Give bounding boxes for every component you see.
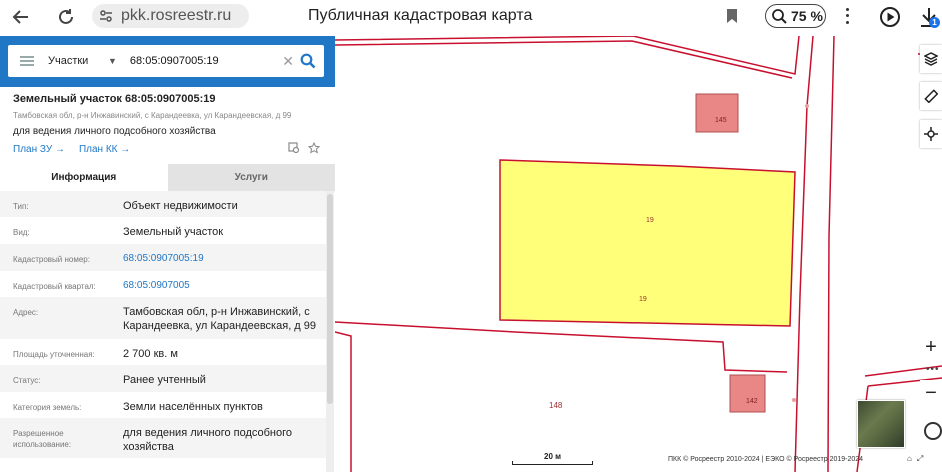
info-value: Тамбовская обл, р-н Инжавинский, с Каран…: [123, 306, 317, 332]
zoom-out-button[interactable]: −: [920, 380, 942, 406]
building-145-label: 145: [715, 117, 727, 124]
info-row: Тип: Объект недвижимости: [0, 191, 326, 217]
object-title: Земельный участок 68:05:0907005:19: [13, 93, 216, 105]
info-panel: Участки ▼ 68:05:0907005:19 ✕ ❮ Земельный…: [0, 36, 347, 472]
category-select[interactable]: Участки: [48, 55, 98, 67]
zoom-in-button[interactable]: +: [920, 334, 942, 360]
info-value: Земельный участок: [123, 226, 224, 238]
info-row: Вид: Земельный участок: [0, 217, 326, 244]
parcel-boundary: [794, 36, 814, 472]
locate-button[interactable]: [920, 120, 942, 148]
map-point: [805, 104, 809, 108]
info-label: Кадастровый номер:: [13, 255, 90, 264]
parcel-boundary: [335, 321, 788, 373]
zoom-separator-icon: •••: [926, 364, 940, 375]
info-value: 2 700 кв. м: [123, 348, 178, 360]
search-bar: Участки ▼ 68:05:0907005:19 ✕ ❮: [0, 36, 346, 87]
footer-icons: ⌂ ⤢: [907, 454, 923, 464]
satellite-basemap-thumbnail[interactable]: [857, 400, 905, 448]
address-bar[interactable]: pkk.rosreestr.ru: [92, 4, 249, 28]
info-row: Кадастровый квартал: 68:05:0907005: [0, 271, 326, 297]
selected-parcel: [499, 159, 796, 327]
info-label: Тип:: [13, 202, 29, 211]
info-value: для ведения личного подсобного хозяйства: [123, 427, 293, 453]
info-row: Площадь уточненная: 2 700 кв. м: [0, 339, 326, 365]
cadastral-number-link[interactable]: 68:05:0907005:19: [123, 244, 326, 271]
info-table: Тип: Объект недвижимости Вид: Земельный …: [0, 191, 326, 458]
info-label: Категория земель:: [13, 403, 82, 412]
scale-bar: [512, 461, 593, 465]
cadastral-map[interactable]: 19 19 145 142 148: [335, 36, 942, 472]
back-arrow-icon[interactable]: [8, 4, 34, 30]
fullscreen-icon[interactable]: ⤢: [917, 454, 923, 464]
layers-button[interactable]: [920, 45, 942, 73]
browser-menu-icon[interactable]: [840, 6, 854, 26]
building-142: [729, 374, 766, 413]
cadastral-quarter-link[interactable]: 68:05:0907005: [123, 271, 326, 297]
info-row: Адрес: Тамбовская обл, р-н Инжавинский, …: [0, 297, 326, 339]
tab-bar: Информация Услуги: [0, 164, 335, 191]
info-row: Статус: Ранее учтенный: [0, 365, 326, 392]
building-145: [695, 93, 739, 133]
map-attribution: ПКК © Росреестр 2010-2024 | ЕЭКО © Росре…: [668, 456, 864, 463]
download-badge: 1: [929, 17, 940, 28]
parcel-148-label: 148: [549, 401, 563, 410]
hamburger-menu-icon[interactable]: [20, 56, 34, 66]
info-row: Категория земель: Земли населённых пункт…: [0, 392, 326, 418]
clear-icon[interactable]: ✕: [282, 53, 294, 70]
tab-information[interactable]: Информация: [0, 164, 168, 191]
info-label: Вид:: [13, 228, 30, 237]
page-title: Публичная кадастровая карта: [308, 7, 533, 24]
parcel-boundary: [827, 36, 835, 472]
bookmark-icon[interactable]: [726, 8, 738, 24]
play-icon[interactable]: [879, 6, 901, 28]
map-point: [792, 398, 796, 402]
parcel-label-top: 19: [646, 217, 654, 224]
browser-toolbar: pkk.rosreestr.ru Публичная кадастровая к…: [0, 0, 942, 34]
info-value: Ранее учтенный: [123, 374, 206, 386]
parcel-boundary: [335, 331, 352, 472]
info-value: Земли населённых пунктов: [123, 401, 263, 413]
search-icon[interactable]: [300, 53, 316, 69]
compass-icon[interactable]: [924, 422, 942, 440]
plan-kk-link[interactable]: План КК →: [79, 144, 130, 155]
info-value: Объект недвижимости: [123, 200, 238, 212]
crosshair-icon: [924, 127, 938, 141]
zoom-to-object-icon[interactable]: [288, 142, 300, 154]
search-box: Участки ▼ 68:05:0907005:19 ✕: [8, 45, 324, 77]
plan-links: План ЗУ → План КК →: [13, 144, 130, 155]
info-label: Разрешенное использование:: [13, 429, 72, 449]
zoom-indicator[interactable]: 75 %: [765, 4, 826, 28]
parcel-boundary: [335, 40, 793, 79]
info-label: Кадастровый квартал:: [13, 282, 96, 291]
object-actions: [288, 142, 320, 154]
star-icon[interactable]: [308, 142, 320, 154]
info-label: Адрес:: [13, 308, 39, 317]
site-settings-icon[interactable]: [98, 8, 114, 24]
ruler-icon: [924, 89, 938, 103]
info-label: Площадь уточненная:: [13, 350, 95, 359]
parcel-label-bottom: 19: [639, 296, 647, 303]
zoom-magnifier-icon: [772, 9, 787, 24]
map-canvas[interactable]: 19 19 145 142 148: [335, 36, 942, 472]
object-address: Тамбовская обл, р-н Инжавинский, с Каран…: [13, 111, 292, 120]
object-use: для ведения личного подсобного хозяйства: [13, 126, 216, 137]
info-row: Кадастровый номер: 68:05:0907005:19: [0, 244, 326, 271]
tab-services[interactable]: Услуги: [167, 164, 335, 191]
reload-icon[interactable]: [53, 4, 79, 30]
search-input[interactable]: 68:05:0907005:19: [130, 55, 282, 67]
chevron-down-icon[interactable]: ▼: [108, 56, 117, 66]
home-icon[interactable]: ⌂: [907, 454, 912, 464]
layers-icon: [924, 52, 938, 66]
scale-label: 20 м: [544, 452, 562, 461]
url-text[interactable]: pkk.rosreestr.ru: [121, 7, 231, 25]
scrollbar-thumb[interactable]: [327, 194, 333, 404]
info-row: Разрешенное использование: для ведения л…: [0, 418, 326, 458]
plan-zu-link[interactable]: План ЗУ →: [13, 144, 65, 155]
info-label: Статус:: [13, 376, 41, 385]
measure-button[interactable]: [920, 82, 942, 110]
zoom-level: 75 %: [791, 8, 823, 24]
building-142-label: 142: [746, 398, 758, 405]
